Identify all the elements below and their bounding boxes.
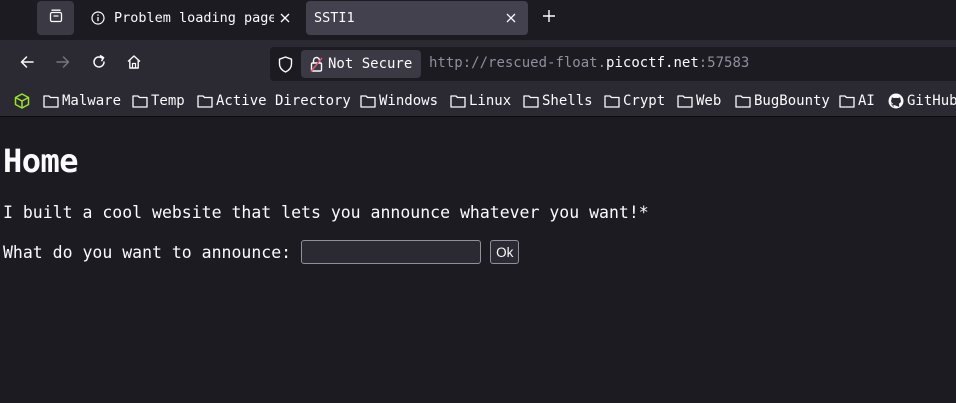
bookmark-label: Crypt <box>623 93 666 109</box>
bookmark-label: Linux <box>469 93 512 109</box>
address-bar[interactable]: Not Secure http://rescued-float.picoctf.… <box>270 47 956 81</box>
folder-icon <box>677 93 693 109</box>
bookmark-label: Active Directory <box>216 93 351 109</box>
close-icon[interactable] <box>274 7 296 29</box>
folder-icon <box>604 93 620 109</box>
github-icon <box>888 93 904 109</box>
bookmark-folder-bugbounty[interactable]: BugBounty <box>735 91 830 111</box>
tab-strip: Problem loading page SSTI1 <box>0 0 956 40</box>
insecure-lock-icon <box>309 56 323 72</box>
site-security-indicator[interactable]: Not Secure <box>301 50 421 78</box>
announce-label: What do you want to announce: <box>3 242 292 262</box>
bookmark-cube[interactable] <box>14 91 33 111</box>
forward-button[interactable] <box>49 50 77 78</box>
tab-label: Problem loading page <box>114 10 274 26</box>
bookmark-label: GitHub <box>907 93 956 109</box>
announce-form: What do you want to announce: Ok <box>3 240 520 264</box>
folder-icon <box>523 93 539 109</box>
bookmark-label: Malware <box>62 93 122 109</box>
back-arrow-icon <box>19 54 35 74</box>
folder-icon <box>132 93 148 109</box>
tab-label: SSTI1 <box>314 10 355 26</box>
bookmark-folder-linux[interactable]: Linux <box>450 91 511 111</box>
plus-icon <box>542 8 556 27</box>
bookmark-folder-crypt[interactable]: Crypt <box>604 91 665 111</box>
page-title: Home <box>3 142 79 180</box>
tab-ssti1[interactable]: SSTI1 <box>306 1 528 35</box>
page-content: Home I built a cool website that lets yo… <box>0 117 956 403</box>
bookmark-label: BugBounty <box>754 93 830 109</box>
bookmark-label: Windows <box>379 93 439 109</box>
close-icon[interactable] <box>500 7 522 29</box>
bookmarks-toolbar: Malware Temp Active Directory Windows Li… <box>0 87 956 116</box>
ok-button[interactable]: Ok <box>490 240 520 264</box>
info-icon <box>90 10 106 26</box>
folder-icon <box>735 93 751 109</box>
intro-text: I built a cool website that lets you ann… <box>3 203 649 222</box>
url-host: picoctf.net <box>606 55 699 71</box>
bookmark-folder-temp[interactable]: Temp <box>132 91 185 111</box>
bookmark-label: Web <box>696 93 722 109</box>
bookmark-folder-active-directory[interactable]: Active Directory <box>197 91 351 111</box>
folder-icon <box>839 93 855 109</box>
reload-button[interactable] <box>85 50 113 78</box>
url-subdomain: rescued-float. <box>488 55 607 71</box>
folder-icon <box>197 93 213 109</box>
new-tab-button[interactable] <box>537 5 561 29</box>
tracking-protection-shield-icon[interactable] <box>276 55 294 73</box>
url-text[interactable]: http://rescued-float.picoctf.net:57583 <box>429 55 749 71</box>
bookmark-label: Temp <box>151 93 185 109</box>
bookmark-folder-shells[interactable]: Shells <box>523 91 593 111</box>
forward-arrow-icon <box>55 54 71 74</box>
folder-icon <box>450 93 466 109</box>
reload-icon <box>91 54 107 74</box>
tab-manager-button[interactable] <box>37 1 74 35</box>
back-button[interactable] <box>13 50 41 78</box>
bookmark-folder-web[interactable]: Web <box>677 91 721 111</box>
navigation-toolbar: Not Secure http://rescued-float.picoctf.… <box>0 40 956 87</box>
folder-icon <box>360 93 376 109</box>
tab-problem-loading-page[interactable]: Problem loading page <box>82 1 302 35</box>
url-scheme: http:// <box>429 55 489 71</box>
home-button[interactable] <box>120 50 148 78</box>
cube-icon <box>14 93 30 109</box>
home-icon <box>126 54 142 74</box>
bookmark-github[interactable]: GitHub <box>888 91 956 111</box>
tab-manager-icon <box>48 8 64 28</box>
bookmark-label: Shells <box>542 93 593 109</box>
folder-icon <box>43 93 59 109</box>
url-port: :57583 <box>698 55 750 71</box>
announce-input[interactable] <box>301 240 482 264</box>
bookmark-folder-malware[interactable]: Malware <box>43 91 121 111</box>
bookmark-label: AI <box>858 93 875 109</box>
security-label: Not Secure <box>328 56 413 72</box>
bookmark-folder-ai[interactable]: AI <box>839 91 875 111</box>
bookmark-folder-windows[interactable]: Windows <box>360 91 438 111</box>
